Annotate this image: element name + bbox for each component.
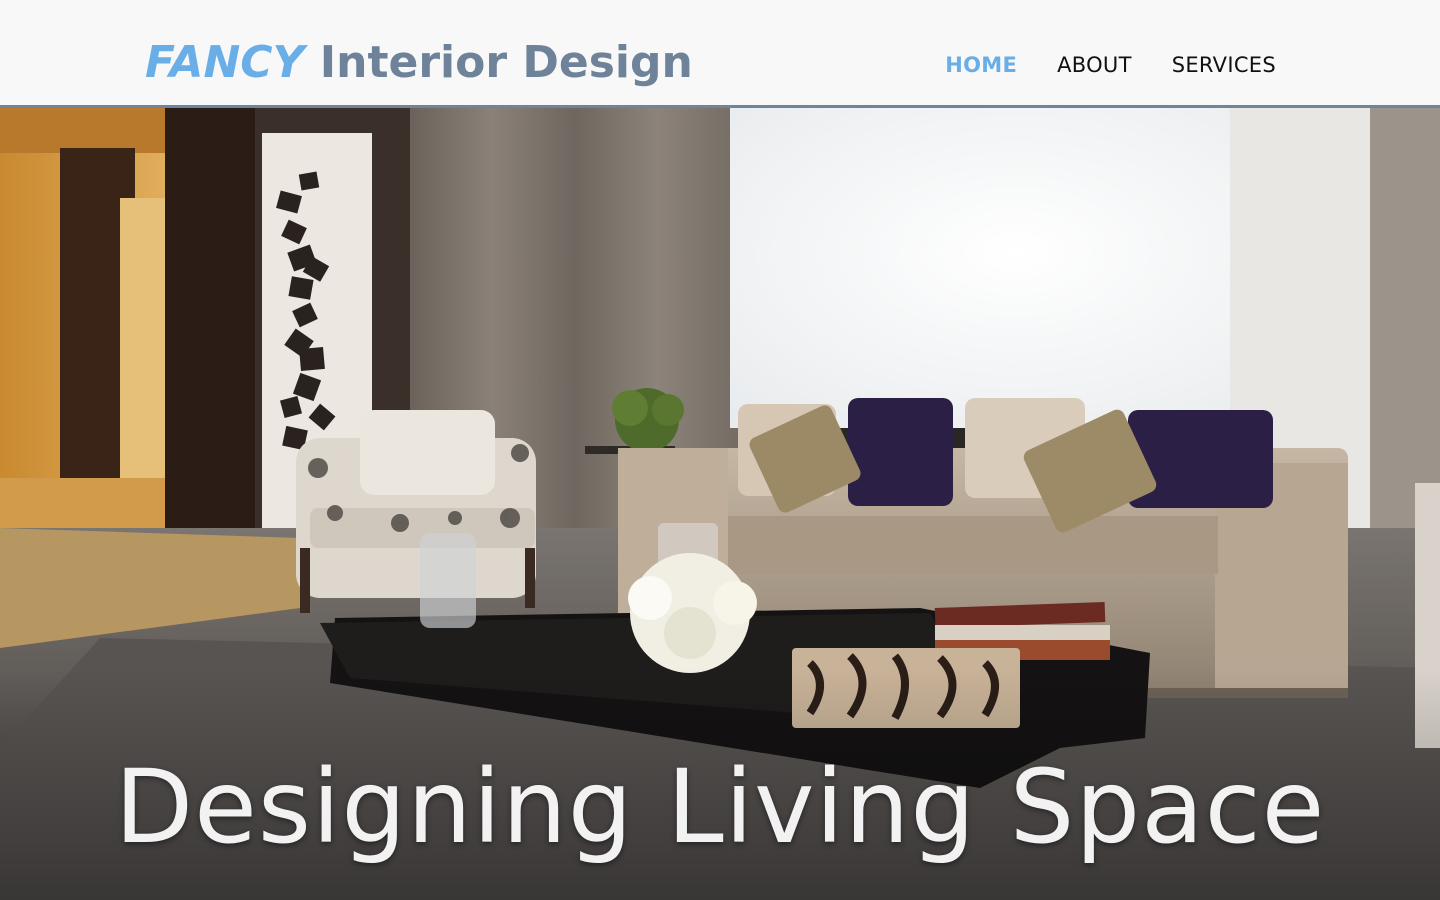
- site-header: FANCY Interior Design HOME ABOUT SERVICE…: [0, 0, 1440, 108]
- main-nav: HOME ABOUT SERVICES: [945, 50, 1276, 80]
- nav-about-link[interactable]: ABOUT: [1057, 50, 1132, 80]
- site-logo[interactable]: FANCY Interior Design: [145, 36, 693, 90]
- logo-emphasis: FANCY: [145, 37, 305, 88]
- nav-home-link[interactable]: HOME: [945, 50, 1017, 80]
- nav-services-link[interactable]: SERVICES: [1172, 50, 1276, 80]
- hero-tagline: Designing Living Space: [114, 748, 1326, 867]
- logo-text: Interior Design: [319, 37, 693, 88]
